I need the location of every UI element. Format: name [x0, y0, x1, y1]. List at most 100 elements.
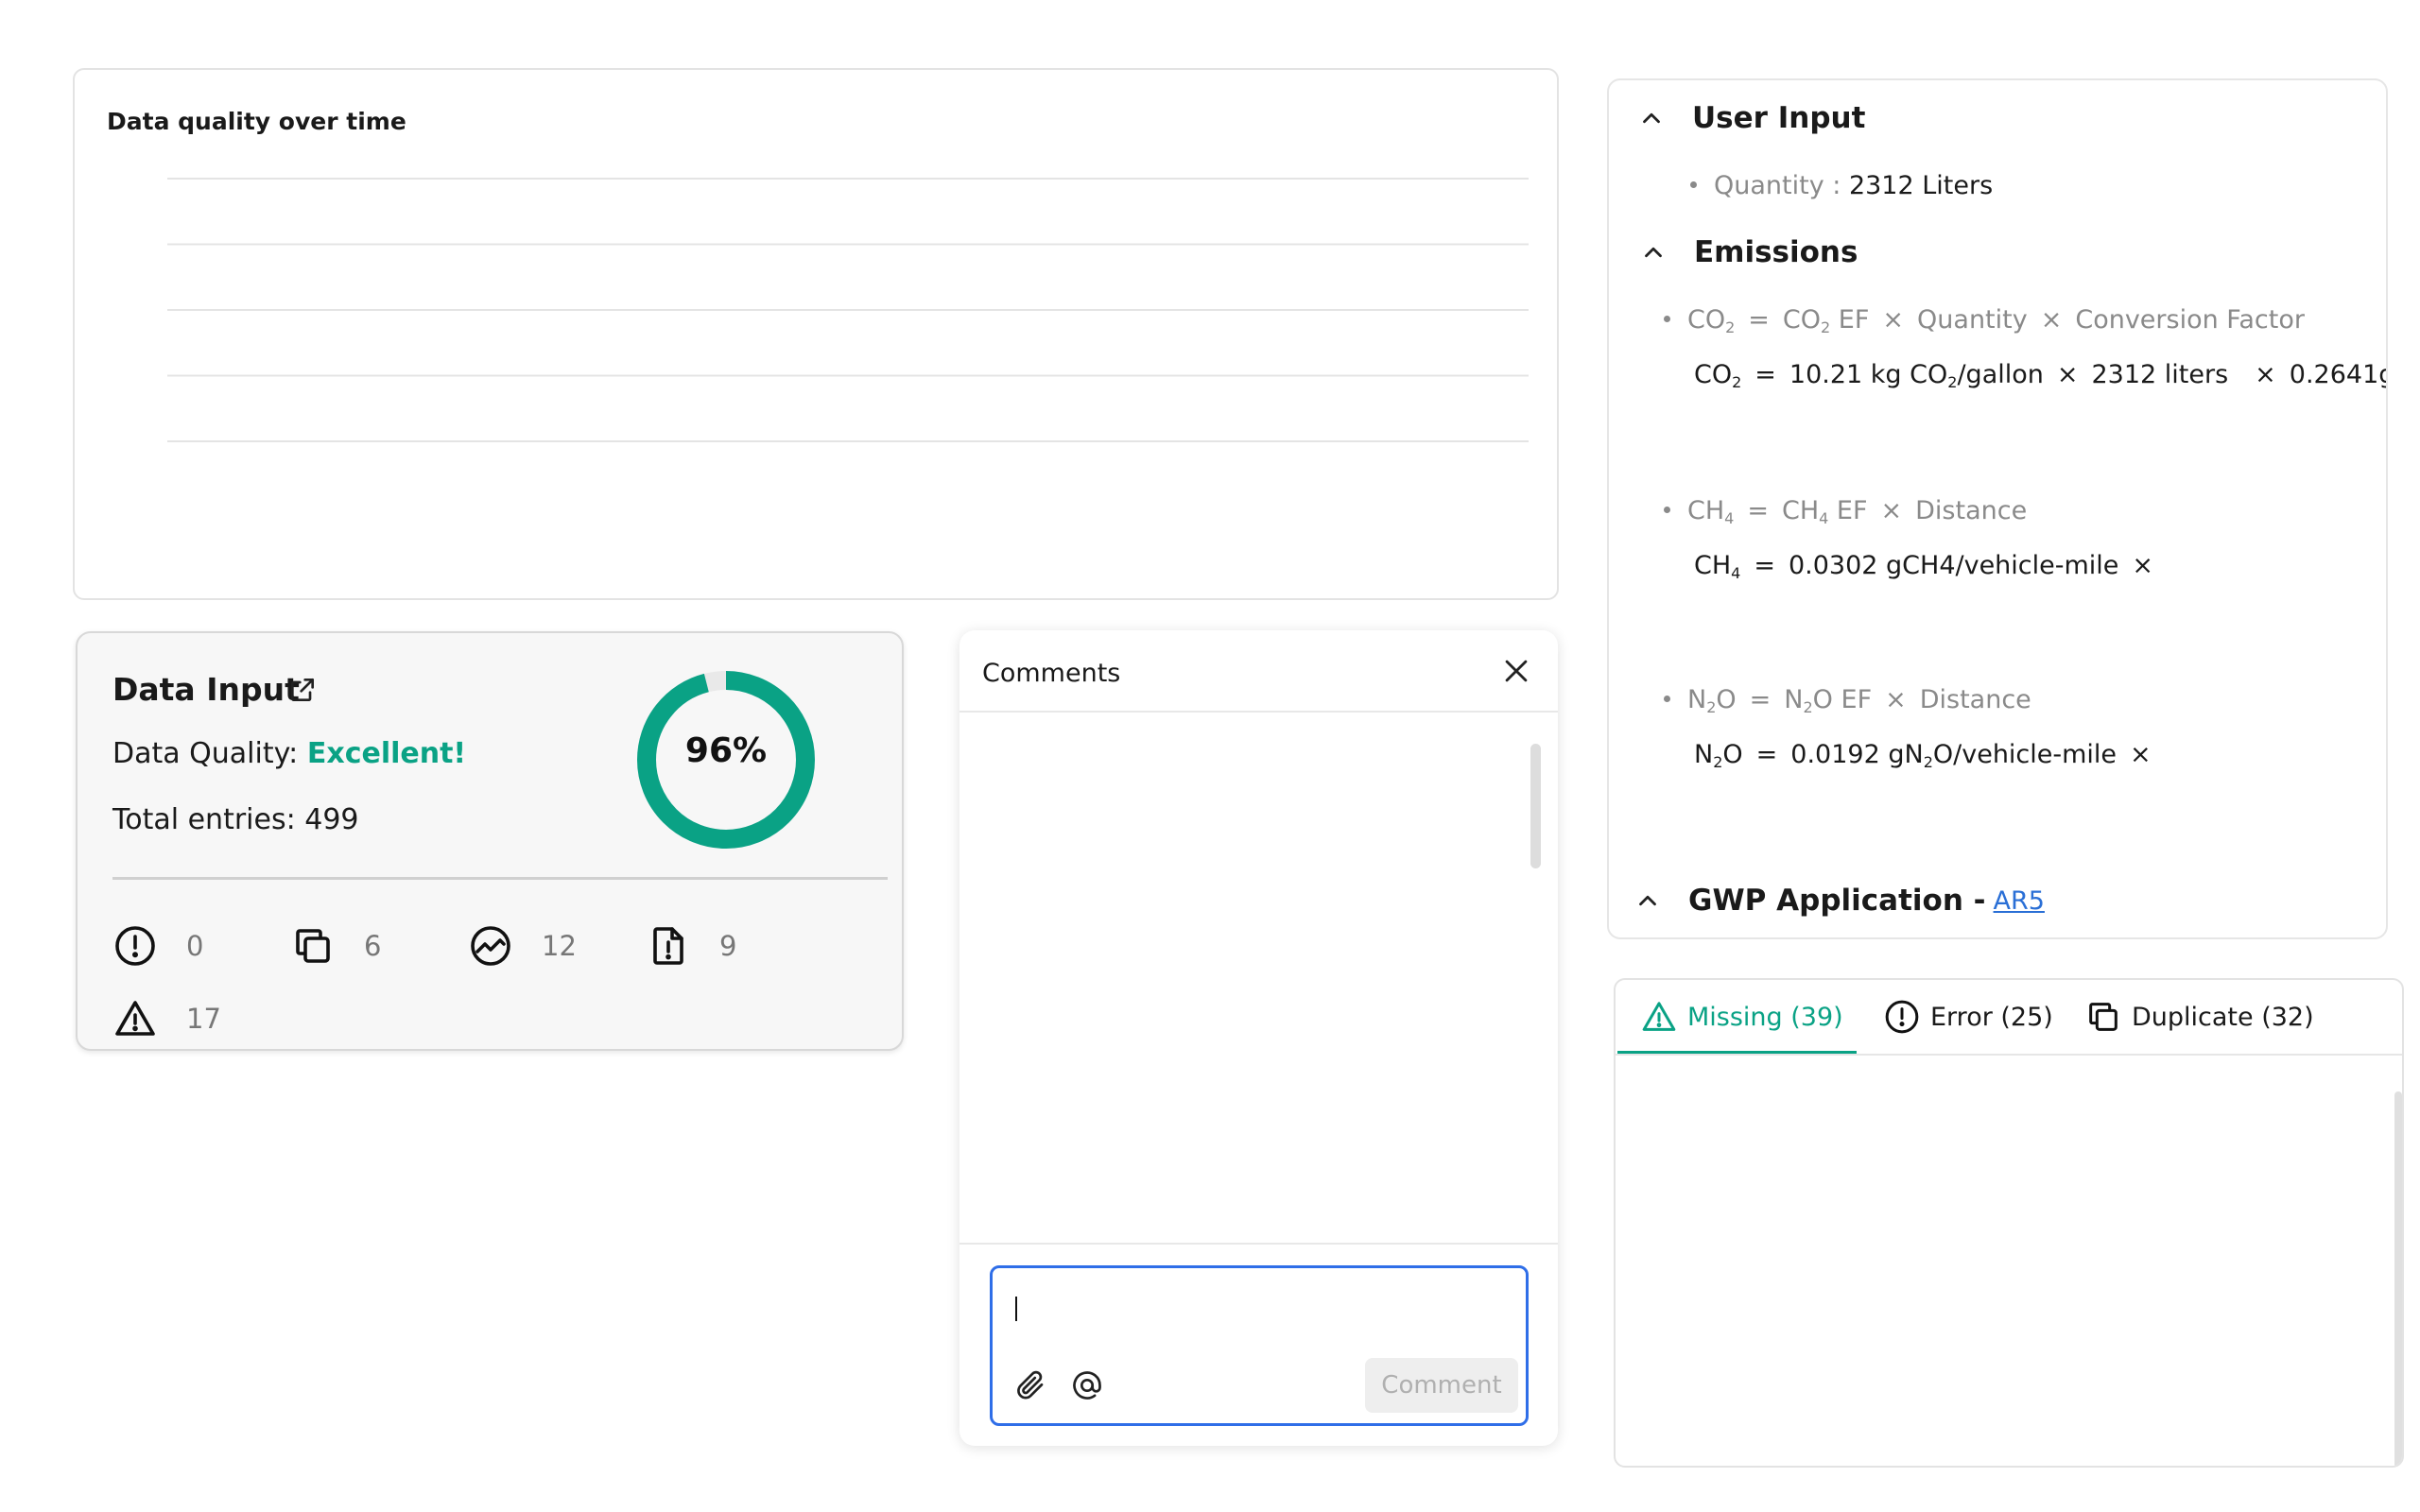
data-quality-line: Data Quality: Excellent!: [112, 737, 466, 770]
quantity-value: 2312 liters: [2091, 360, 2229, 389]
section-user-input-header[interactable]: User Input: [1637, 101, 1865, 135]
co2-lhs: CO: [1687, 305, 1726, 335]
comments-panel: Comments Comment: [959, 630, 1558, 1446]
subscript: 2: [1713, 753, 1723, 771]
divider: [959, 711, 1558, 713]
comment-submit-button[interactable]: Comment: [1365, 1358, 1518, 1413]
n2o-ef-term-rest: O EF: [1812, 685, 1873, 714]
ch4-formula: CH4 = CH4 EF × Distance: [1664, 496, 2027, 527]
stat-file-issues-count: 9: [719, 930, 737, 962]
n2o-lhs-rest: O: [1716, 685, 1737, 714]
bullet: [1664, 316, 1670, 322]
stat-errors-count: 0: [186, 930, 204, 962]
ch4-ef-term-rest: EF: [1828, 496, 1868, 525]
equals-sign: =: [1754, 360, 1776, 389]
ch4-lhs: CH: [1694, 551, 1732, 580]
co2-lhs: CO: [1694, 360, 1733, 389]
trend-outlier-icon: [471, 926, 510, 966]
data-quality-value: Excellent!: [306, 737, 467, 770]
section-gwp-header[interactable]: GWP Application - AR5: [1634, 884, 2045, 918]
co2-values: CO2 = 10.21 kg CO2/gallon × 2312 liters × 0.26…: [1694, 360, 2388, 391]
co2-formula: CO2 = CO2 EF × Quantity × Conversion Factor: [1664, 305, 2305, 336]
subscript: 2: [1732, 373, 1742, 391]
ch4-ef-value: 0.0302 gCH4/vehicle-mile: [1788, 551, 2119, 580]
n2o-lhs: N: [1687, 685, 1707, 714]
gwp-ar5-link[interactable]: AR5: [1994, 886, 2045, 916]
equals-sign: =: [1755, 740, 1778, 769]
equals-sign: =: [1749, 685, 1772, 714]
co2-ef-term-rest: EF: [1830, 305, 1870, 335]
subscript: 2: [1947, 373, 1958, 391]
comment-composer: Comment: [990, 1265, 1529, 1426]
comment-input[interactable]: [1011, 1285, 1503, 1342]
times-sign: ×: [2056, 360, 2079, 389]
warning-triangle-icon: [1642, 1002, 1676, 1031]
error-circle-icon: [1885, 1000, 1919, 1034]
n2o-ef-term: N: [1784, 685, 1804, 714]
duplicate-icon: [296, 929, 330, 963]
n2o-formula: N2O = N2O EF × Distance: [1664, 685, 2031, 716]
calculation-panel: User Input Quantity : 2312 Liters Emissi…: [1607, 78, 2388, 939]
subscript: 4: [1724, 509, 1735, 527]
conversion-factor-value: 0.2641gallon/l: [2289, 360, 2388, 389]
external-link-icon[interactable]: [287, 675, 318, 705]
tab-duplicate-label: Duplicate (32): [2132, 1002, 2314, 1032]
quantity-value: 2312 Liters: [1848, 171, 1994, 200]
times-sign: ×: [1880, 496, 1903, 525]
stat-warnings-count: 17: [186, 1003, 221, 1035]
section-emissions-title: Emissions: [1694, 235, 1858, 269]
equals-sign: =: [1748, 305, 1770, 335]
co2-ef-value: 10.21 kg CO: [1789, 360, 1948, 389]
tab-missing[interactable]: Missing (39): [1640, 980, 1843, 1054]
co2-ef-unit: /gallon: [1957, 360, 2044, 389]
stat-outliers-count: 12: [542, 930, 577, 962]
tab-error[interactable]: Error (25): [1883, 980, 2053, 1054]
times-sign: ×: [1885, 685, 1907, 714]
data-quality-chart-card: Data quality over time: [73, 68, 1559, 600]
n2o-ef-value: 0.0192 gN: [1790, 740, 1924, 769]
times-sign: ×: [2130, 740, 2152, 769]
text-caret: [1015, 1297, 1017, 1321]
stat-file-issues[interactable]: 9: [646, 923, 736, 969]
subscript: 2: [1725, 318, 1736, 336]
tab-duplicate[interactable]: Duplicate (32): [2084, 980, 2314, 1054]
distance-term: Distance: [1915, 496, 2028, 525]
bullet: [1664, 696, 1670, 702]
section-emissions-header[interactable]: Emissions: [1639, 235, 1858, 269]
quantity-term: Quantity: [1917, 305, 2028, 335]
ch4-lhs: CH: [1687, 496, 1725, 525]
quantity-label: Quantity :: [1714, 171, 1841, 200]
ch4-ef-term: CH: [1781, 496, 1820, 525]
times-sign: ×: [2255, 360, 2276, 389]
conversion-factor-term: Conversion Factor: [2075, 305, 2305, 335]
bullet: [1690, 181, 1697, 188]
mention-icon[interactable]: [1070, 1368, 1104, 1402]
stat-outliers[interactable]: 12: [468, 923, 577, 969]
chevron-up-icon[interactable]: [1634, 886, 1662, 915]
chevron-up-icon[interactable]: [1637, 104, 1666, 132]
n2o-lhs: N: [1694, 740, 1714, 769]
issues-scrollbar[interactable]: [2394, 1091, 2402, 1466]
chevron-up-icon[interactable]: [1639, 238, 1668, 266]
file-alert-icon: [653, 927, 683, 965]
error-circle-icon: [115, 926, 155, 966]
quantity-row: Quantity : 2312 Liters: [1690, 171, 1993, 200]
times-sign: ×: [2132, 551, 2154, 580]
comments-scrollbar[interactable]: [1530, 744, 1541, 868]
n2o-lhs-rest: O: [1722, 740, 1743, 769]
times-sign: ×: [1882, 305, 1905, 335]
subscript: 2: [1706, 698, 1717, 716]
n2o-values: N2O = 0.0192 gN2O/vehicle-mile ×: [1694, 740, 2152, 771]
subscript: 4: [1819, 509, 1829, 527]
equals-sign: =: [1754, 551, 1775, 580]
tab-missing-label: Missing (39): [1687, 1002, 1843, 1032]
warning-triangle-icon: [115, 1001, 155, 1036]
stat-duplicates[interactable]: 6: [290, 923, 381, 969]
close-icon[interactable]: [1500, 655, 1532, 687]
bullet: [1664, 507, 1670, 513]
stat-errors[interactable]: 0: [112, 923, 203, 969]
n2o-ef-unit: O/vehicle-mile: [1932, 740, 2118, 769]
chart-plot-area: [167, 178, 1529, 442]
stat-warnings[interactable]: 17: [112, 996, 221, 1041]
paperclip-icon[interactable]: [1013, 1368, 1047, 1402]
